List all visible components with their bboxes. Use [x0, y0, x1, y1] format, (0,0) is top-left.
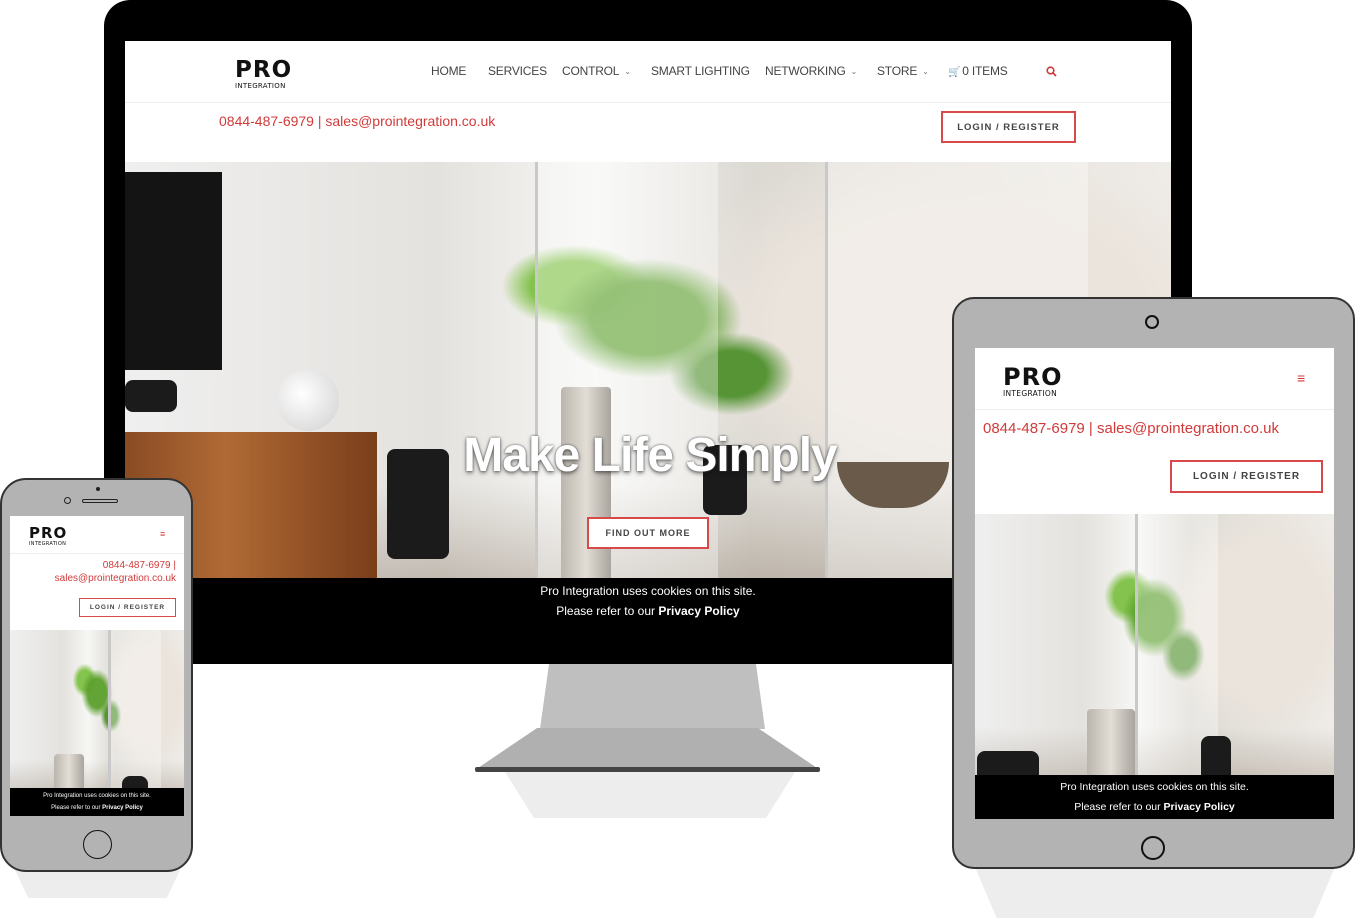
- nav-services-label: SERVICES: [488, 64, 547, 78]
- nav-smart-lighting-label: SMART LIGHTING: [651, 64, 750, 78]
- nav-store-label: STORE: [877, 64, 918, 78]
- login-register-button[interactable]: LOGIN / REGISTER: [941, 111, 1076, 143]
- cookie-text: Pro Integration uses cookies on this sit…: [1060, 781, 1249, 793]
- nav-smart-lighting[interactable]: SMART LIGHTING: [651, 64, 750, 78]
- monitor-stand-neck: [540, 664, 765, 729]
- phone-shadow: [15, 870, 180, 898]
- cookie-banner: Pro Integration uses cookies on this sit…: [10, 788, 184, 816]
- header-divider: [10, 553, 184, 554]
- find-out-more-button[interactable]: FIND OUT MORE: [587, 517, 709, 549]
- cookie-text: Pro Integration uses cookies on this sit…: [43, 793, 151, 799]
- header-divider: [125, 102, 1171, 103]
- privacy-policy-link[interactable]: Privacy Policy: [658, 604, 739, 618]
- phone-speaker-icon: [82, 499, 118, 503]
- nav-networking-label: NETWORKING: [765, 64, 846, 78]
- logo-sub-text: INTEGRATION: [29, 541, 67, 547]
- cookie-refer-text: Please refer to our: [556, 604, 655, 618]
- cookie-refer-text: Please refer to our: [51, 805, 101, 811]
- header-divider: [975, 409, 1334, 410]
- phone-screen: PRO INTEGRATION ≡ 0844-487-6979 | sales@…: [10, 516, 184, 816]
- monitor-stand-edge: [475, 767, 820, 772]
- contact-info[interactable]: 0844-487-6979 | sales@prointegration.co.…: [219, 113, 495, 129]
- cookie-policy-line: Please refer to our Privacy Policy: [10, 802, 184, 814]
- cart-label: 0 ITEMS: [962, 64, 1008, 78]
- hero-title: Make Life Simply: [463, 429, 837, 482]
- login-register-button[interactable]: LOGIN / REGISTER: [1170, 460, 1323, 493]
- login-register-button[interactable]: LOGIN / REGISTER: [79, 598, 176, 617]
- tablet-shadow: [975, 867, 1335, 918]
- phone-home-button: [83, 830, 112, 859]
- cookie-policy-line: Please refer to our Privacy Policy: [975, 797, 1334, 817]
- nav-control[interactable]: CONTROL ⌄: [562, 64, 631, 78]
- logo-main-text: PRO: [1003, 363, 1063, 391]
- contact-info[interactable]: 0844-487-6979 | sales@prointegration.co.…: [983, 420, 1279, 437]
- chevron-down-icon: ⌄: [850, 67, 858, 76]
- contact-email[interactable]: sales@prointegration.co.uk: [55, 573, 176, 584]
- nav-services[interactable]: SERVICES: [488, 64, 547, 78]
- nav-store[interactable]: STORE ⌄: [877, 64, 929, 78]
- nav-cart[interactable]: 🛒 0 ITEMS: [948, 64, 1008, 78]
- hamburger-menu-icon[interactable]: ≡: [160, 529, 165, 539]
- phone-sensor-icon: [96, 487, 100, 491]
- contact-phone[interactable]: 0844-487-6979 |: [103, 560, 176, 571]
- cookie-banner: Pro Integration uses cookies on this sit…: [975, 775, 1334, 819]
- cart-icon: 🛒: [948, 67, 961, 78]
- privacy-policy-link[interactable]: Privacy Policy: [102, 805, 143, 811]
- tablet-home-button: [1141, 836, 1165, 860]
- tablet-screen: PRO INTEGRATION ≡ 0844-487-6979 | sales@…: [975, 348, 1334, 819]
- hamburger-menu-icon[interactable]: ≡: [1297, 370, 1305, 386]
- chevron-down-icon: ⌄: [624, 67, 631, 76]
- cookie-refer-text: Please refer to our: [1074, 801, 1161, 813]
- search-icon[interactable]: [1046, 64, 1057, 77]
- nav-control-label: CONTROL: [562, 64, 620, 78]
- tablet-camera-icon: [1145, 315, 1159, 329]
- logo-sub-text: INTEGRATION: [1003, 389, 1058, 398]
- monitor-shadow: [505, 772, 795, 818]
- phone-camera-icon: [64, 497, 71, 504]
- site-logo[interactable]: PRO INTEGRATION: [235, 59, 292, 90]
- privacy-policy-link[interactable]: Privacy Policy: [1164, 801, 1235, 813]
- logo-main-text: PRO: [29, 524, 68, 542]
- nav-home-label: HOME: [431, 64, 467, 78]
- site-logo[interactable]: PRO INTEGRATION: [1003, 365, 1062, 398]
- chevron-down-icon: ⌄: [922, 67, 929, 76]
- nav-home[interactable]: HOME: [431, 64, 466, 78]
- logo-main-text: PRO: [235, 57, 293, 83]
- site-logo[interactable]: PRO INTEGRATION: [29, 526, 67, 547]
- logo-sub-text: INTEGRATION: [235, 82, 286, 90]
- nav-networking[interactable]: NETWORKING ⌄: [765, 64, 857, 78]
- hero-image: [975, 514, 1334, 819]
- monitor-stand-base: [475, 728, 820, 770]
